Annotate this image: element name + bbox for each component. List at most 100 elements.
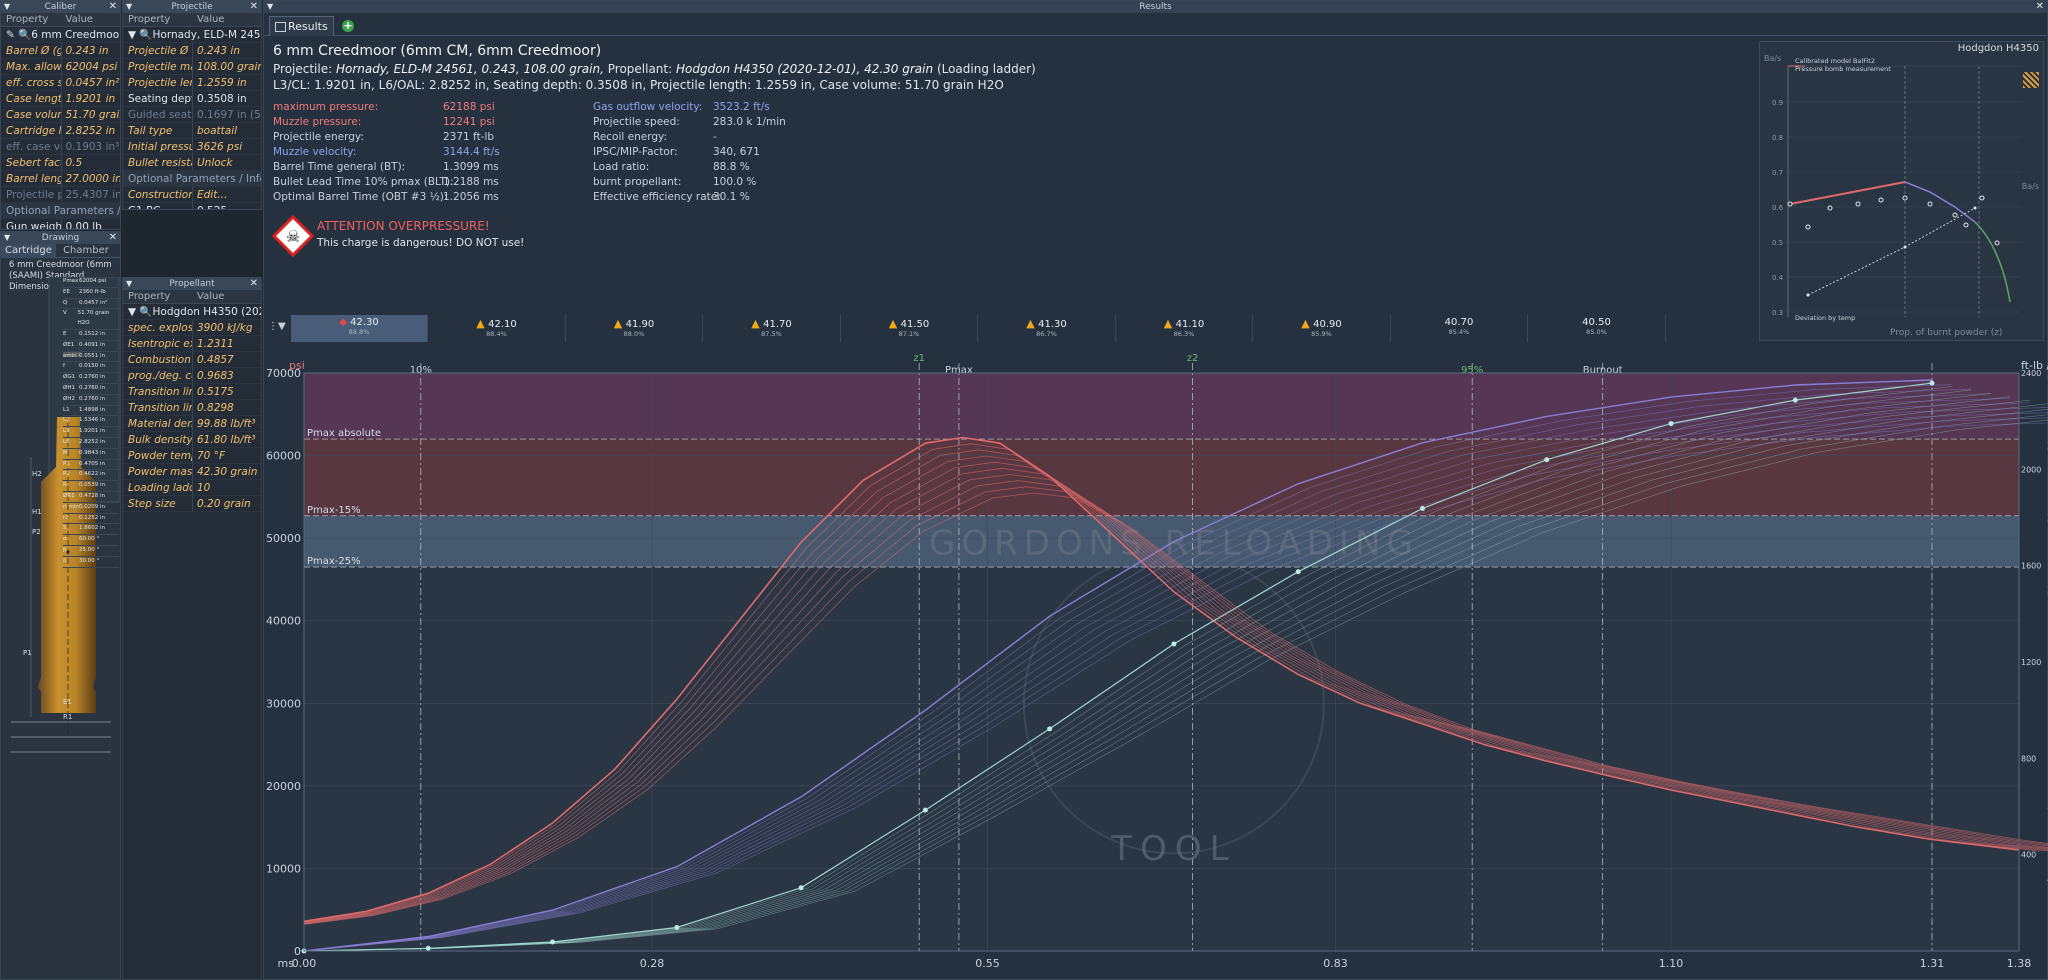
ladder-step[interactable]: ◆ 42.30 88.8%	[291, 315, 428, 342]
propellant-property-row[interactable]: Powder temperature70 °F	[123, 448, 261, 464]
ladder-step[interactable]: ▲ 41.90 88.0%	[566, 315, 703, 342]
collapse-icon[interactable]: ▼	[4, 232, 10, 244]
caliber-property-row[interactable]: Barrel length27.0000 in	[1, 171, 120, 187]
tab-results[interactable]: Results	[269, 16, 334, 36]
projectile-property-row[interactable]: Initial pressure3626 psi	[123, 139, 261, 155]
caliber-selector[interactable]: ✎ 🔍6 mm Creedmoor (6mm	[1, 27, 120, 43]
propellant-property-row[interactable]: Isentropic exponent (k)1.2311	[123, 336, 261, 352]
propellant-property-row[interactable]: Loading ladder steps10	[123, 480, 261, 496]
close-icon[interactable]: ✕	[250, 278, 258, 290]
collapse-icon[interactable]: ▼	[4, 1, 10, 13]
projectile-property-row[interactable]: Projectile mass108.00 grain	[123, 59, 261, 75]
edit-icon[interactable]: ✎	[6, 29, 15, 41]
caliber-property-row[interactable]: eff. cross section0.0457 in²	[1, 75, 120, 91]
caliber-property-row[interactable]: Projectile path25.4307 in	[1, 187, 120, 203]
property-value[interactable]: 0.0457 in²	[60, 75, 121, 90]
property-value[interactable]: 0.1903 in³	[60, 139, 121, 154]
property-value[interactable]: 1.2311	[192, 336, 261, 351]
property-value[interactable]: 0.20 grain	[192, 496, 261, 511]
property-value[interactable]: 25.4307 in	[60, 187, 120, 202]
property-value[interactable]: 3900 kJ/kg	[192, 320, 261, 335]
property-value[interactable]: 0.243 in	[192, 43, 261, 58]
close-icon[interactable]: ✕	[250, 1, 258, 13]
projectile-property-row[interactable]: Projectile length1.2559 in	[123, 75, 261, 91]
property-value[interactable]: 10	[192, 480, 261, 495]
projectile-property-row[interactable]: Guided seating dept0.1697 in (59%	[123, 107, 261, 123]
caliber-property-row[interactable]: Max. allowed press62004 psi	[1, 59, 120, 75]
caliber-property-row[interactable]: Case length1.9201 in	[1, 91, 120, 107]
projectile-property-row[interactable]: Tail type boattail	[123, 123, 261, 139]
property-value[interactable]: 99.88 lb/ft³	[192, 416, 261, 431]
marker-label: z1	[913, 353, 925, 364]
collapse-icon[interactable]: ▼	[126, 278, 132, 290]
ladder-menu-icon[interactable]: ⋮▼	[268, 321, 286, 332]
propellant-property-row[interactable]: prog./deg. coefficient (a)0.9683	[123, 368, 261, 384]
ladder-step[interactable]: ▲ 41.30 86.7%	[979, 315, 1116, 342]
close-icon[interactable]: ✕	[109, 232, 117, 244]
ladder-step[interactable]: ▲ 42.10 88.4%	[429, 315, 566, 342]
caliber-option-row[interactable]: Gun weight 0.00 lb	[1, 219, 121, 229]
property-value[interactable]: 70 °F	[192, 448, 261, 463]
ladder-step[interactable]: ▲ 41.50 87.1%	[841, 315, 978, 342]
caliber-property-row[interactable]: Sebert factor0.5	[1, 155, 120, 171]
close-icon[interactable]: ✕	[109, 1, 117, 13]
property-value[interactable]: 0.4857	[192, 352, 261, 367]
ladder-step[interactable]: ▲ 40.90 85.9%	[1254, 315, 1391, 342]
projectile-property-row[interactable]: Bullet resistanceUnlock	[123, 155, 261, 171]
property-value[interactable]: 27.0000 in	[60, 171, 120, 186]
property-value[interactable]: Unlock	[192, 155, 261, 170]
property-value[interactable]: 2.8252 in	[60, 123, 121, 138]
property-value[interactable]: 51.70 grain	[60, 107, 120, 122]
property-value[interactable]: 0.243 in	[60, 43, 121, 58]
property-value[interactable]: Edit...	[192, 187, 261, 202]
collapse-icon[interactable]: ▼	[126, 1, 132, 13]
band-label: Pmax-25%	[307, 556, 361, 567]
projectile-selector[interactable]: ▼ 🔍Hornady, ELD-M 24561, 0.243	[123, 27, 261, 43]
svg-text:0.7: 0.7	[1772, 169, 1783, 177]
propellant-property-row[interactable]: Material density (Pc)99.88 lb/ft³	[123, 416, 261, 432]
propellant-property-row[interactable]: spec. explosive heat (Qe)3900 kJ/kg	[123, 320, 261, 336]
property-value[interactable]: 1.9201 in	[60, 91, 121, 106]
projectile-option-row[interactable]: G1 BC0.525	[123, 203, 261, 209]
caliber-property-row[interactable]: Case volume51.70 grain	[1, 107, 120, 123]
property-value[interactable]: 0.525	[192, 203, 261, 209]
propellant-property-row[interactable]: Transition limit (z2)0.8298	[123, 400, 261, 416]
property-value[interactable]: 0.5	[60, 155, 121, 170]
property-value[interactable]: 0.3508 in	[192, 91, 261, 106]
tab-chamber[interactable]: Chamber	[59, 244, 113, 258]
tab-cartridge[interactable]: Cartridge	[1, 244, 56, 258]
ladder-step[interactable]: ▲ 41.10 86.3%	[1116, 315, 1253, 342]
property-value[interactable]: 62004 psi	[60, 59, 121, 74]
projectile-property-row[interactable]: Seating depth0.3508 in	[123, 91, 261, 107]
propellant-property-row[interactable]: Transition limit (z1)0.5175	[123, 384, 261, 400]
propellant-selector[interactable]: ▼ 🔍Hodgdon H4350 (2020-12-01)	[123, 304, 261, 320]
add-tab-icon[interactable]: +	[342, 20, 354, 32]
propellant-property-row[interactable]: Step size 0.20 grain	[123, 496, 261, 512]
property-value[interactable]: 3626 psi	[192, 139, 261, 154]
propellant-property-row[interactable]: Bulk density (Pcd)61.80 lb/ft³	[123, 432, 261, 448]
property-value[interactable]: 61.80 lb/ft³	[192, 432, 261, 447]
property-value[interactable]: 1.2559 in	[192, 75, 261, 90]
property-value[interactable]: 0.8298	[192, 400, 261, 415]
ladder-step[interactable]: 40.70 85.4%	[1391, 315, 1528, 342]
property-value[interactable]: 42.30 grain	[192, 464, 261, 479]
projectile-property-row[interactable]: Projectile Ø 0.243 in	[123, 43, 261, 59]
property-value[interactable]: 0.9683	[192, 368, 261, 383]
property-value[interactable]: 0.00 lb	[60, 219, 121, 229]
property-value[interactable]: boattail	[192, 123, 261, 138]
caliber-property-row[interactable]: eff. case volume0.1903 in³	[1, 139, 120, 155]
property-name: Max. allowed press	[6, 61, 61, 73]
propellant-property-row[interactable]: Powder mass (mc)42.30 grain	[123, 464, 261, 480]
property-value[interactable]: 0.1697 in (59%	[192, 107, 261, 122]
ladder-step[interactable]: 40.50 85.0%	[1529, 315, 1666, 342]
ladder-step[interactable]: ▲ 41.70 87.5%	[704, 315, 841, 342]
property-value[interactable]: 0.5175	[192, 384, 261, 399]
close-icon[interactable]: ✕	[2036, 1, 2044, 13]
dimension-value: 1.5346 in	[79, 417, 106, 424]
caliber-property-row[interactable]: Cartridge length2.8252 in	[1, 123, 120, 139]
projectile-option-row[interactable]: Construction / MateEdit...	[123, 187, 261, 203]
property-value[interactable]: 108.00 grain	[192, 59, 261, 74]
caliber-property-row[interactable]: Barrel Ø (grooves)0.243 in	[1, 43, 120, 59]
collapse-icon[interactable]: ▼	[267, 1, 273, 13]
propellant-property-row[interactable]: Combustion coefficient (B0.4857	[123, 352, 261, 368]
